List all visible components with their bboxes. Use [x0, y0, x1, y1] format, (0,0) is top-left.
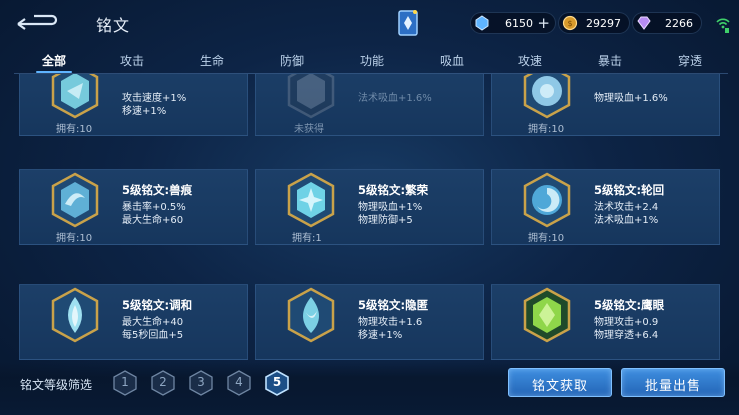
inscription-gem-icon — [523, 74, 571, 119]
owned-count: 拥有:10 — [56, 124, 93, 135]
diamond-count: 2266 — [665, 17, 693, 30]
inscription-name: 5级铭文:隐匿 — [358, 298, 429, 312]
inscription-name: 5级铭文:调和 — [122, 298, 193, 312]
bottom-bar: 铭文等级筛选 1 2 3 4 5 铭文获取 批量出售 — [0, 362, 739, 415]
blue-gem-icon — [475, 15, 489, 31]
owned-count: 拥有:10 — [528, 233, 565, 244]
purple-diamond-icon — [637, 16, 651, 30]
level-number: 4 — [235, 375, 243, 389]
inscription-gem-icon — [287, 74, 335, 119]
bulk-sell-label: 批量出售 — [644, 379, 701, 394]
page-title: 铭文 — [96, 16, 131, 35]
tab-attack[interactable]: 攻击 — [120, 52, 144, 69]
level-filter-3[interactable]: 3 — [189, 370, 213, 396]
inscription-card[interactable]: 5级铭文:隐匿 物理攻击+1.6 移速+1% — [255, 284, 484, 360]
gold-count: 29297 — [586, 17, 621, 30]
level-number: 5 — [272, 375, 282, 389]
owned-count: 拥有:10 — [56, 233, 93, 244]
gold-coin-icon: $ — [562, 15, 578, 31]
level-number: 1 — [121, 375, 129, 389]
inscription-stat-2: 最大生命+60 — [122, 215, 184, 226]
inscription-card[interactable]: 5级铭文:鹰眼 物理攻击+0.9 物理穿透+6.4 — [491, 284, 720, 360]
inscription-gem-icon — [287, 287, 335, 343]
svg-text:$: $ — [567, 19, 572, 28]
level-filter-5[interactable]: 5 — [265, 370, 289, 396]
inscription-stat-2: 法术吸血+1% — [594, 215, 659, 226]
rune-book-icon[interactable] — [396, 8, 420, 38]
gem-count: 6150 — [505, 17, 533, 30]
inscription-card[interactable]: 5级铭文:轮回 法术攻击+2.4 法术吸血+1% 拥有:10 — [491, 169, 720, 245]
tab-function[interactable]: 功能 — [360, 52, 384, 69]
inscription-stat-2: 移速+1% — [122, 106, 167, 117]
inscription-grid: 攻击速度+1% 移速+1% 拥有:10 法术吸血+1.6% 未获得 物理吸血+1… — [0, 74, 739, 368]
back-arrow-icon[interactable] — [14, 10, 58, 32]
inscription-gem-icon — [287, 172, 335, 228]
inscription-card[interactable]: 5级铭文:繁荣 物理吸血+1% 物理防御+5 拥有:1 — [255, 169, 484, 245]
inscription-gem-icon — [523, 172, 571, 228]
tab-penetration[interactable]: 穿透 — [678, 52, 702, 69]
get-inscription-label: 铭文获取 — [531, 379, 588, 394]
not-obtained-label: 未获得 — [294, 124, 324, 135]
inscription-card[interactable]: 法术吸血+1.6% 未获得 — [255, 74, 484, 136]
level-number: 3 — [197, 375, 205, 389]
inscription-name: 5级铭文:鹰眼 — [594, 298, 665, 312]
add-gem-button[interactable]: + — [537, 14, 550, 32]
tab-defense[interactable]: 防御 — [280, 52, 304, 69]
inscription-stat-2: 每5秒回血+5 — [122, 330, 184, 341]
inscription-stat-1: 法术吸血+1.6% — [358, 93, 432, 104]
tab-attack-speed[interactable]: 攻速 — [518, 52, 542, 69]
bulk-sell-button[interactable]: 批量出售 — [621, 368, 725, 397]
inscription-gem-icon — [523, 287, 571, 343]
inscription-stat-2: 物理防御+5 — [358, 215, 413, 226]
tab-crit[interactable]: 暴击 — [598, 52, 622, 69]
inscription-name: 5级铭文:兽痕 — [122, 183, 193, 197]
level-filter-label: 铭文等级筛选 — [20, 378, 93, 392]
wifi-signal-icon — [716, 18, 730, 33]
level-filter-1[interactable]: 1 — [113, 370, 137, 396]
level-filter-4[interactable]: 4 — [227, 370, 251, 396]
inscription-card[interactable]: 5级铭文:调和 最大生命+40 每5秒回血+5 — [19, 284, 248, 360]
inscription-stat-2: 物理穿透+6.4 — [594, 330, 659, 341]
gold-currency: $ 29297 — [558, 12, 630, 34]
inscription-card[interactable]: 攻击速度+1% 移速+1% 拥有:10 — [19, 74, 248, 136]
inscription-gem-icon — [51, 74, 99, 119]
inscription-name: 5级铭文:繁荣 — [358, 183, 429, 197]
level-filter-2[interactable]: 2 — [151, 370, 175, 396]
tab-all[interactable]: 全部 — [42, 52, 66, 69]
inscription-stat-2: 移速+1% — [358, 330, 403, 341]
inscription-card[interactable]: 5级铭文:兽痕 暴击率+0.5% 最大生命+60 拥有:10 — [19, 169, 248, 245]
inscription-card[interactable]: 物理吸血+1.6% 拥有:10 — [491, 74, 720, 136]
get-inscription-button[interactable]: 铭文获取 — [508, 368, 612, 397]
inscription-gem-icon — [51, 172, 99, 228]
inscription-name: 5级铭文:轮回 — [594, 183, 665, 197]
owned-count: 拥有:1 — [292, 233, 322, 244]
inscription-stat-1: 物理吸血+1.6% — [594, 93, 668, 104]
owned-count: 拥有:10 — [528, 124, 565, 135]
tab-health[interactable]: 生命 — [200, 52, 224, 69]
category-tabs: 全部 攻击 生命 防御 功能 吸血 攻速 暴击 穿透 — [0, 46, 739, 74]
diamond-currency: 2266 — [632, 12, 702, 34]
level-number: 2 — [159, 375, 167, 389]
top-bar: 铭文 6150 + $ 29297 2266 — [0, 0, 739, 46]
gem-currency: 6150 + — [470, 12, 556, 34]
tab-lifesteal[interactable]: 吸血 — [440, 52, 464, 69]
inscription-gem-icon — [51, 287, 99, 343]
